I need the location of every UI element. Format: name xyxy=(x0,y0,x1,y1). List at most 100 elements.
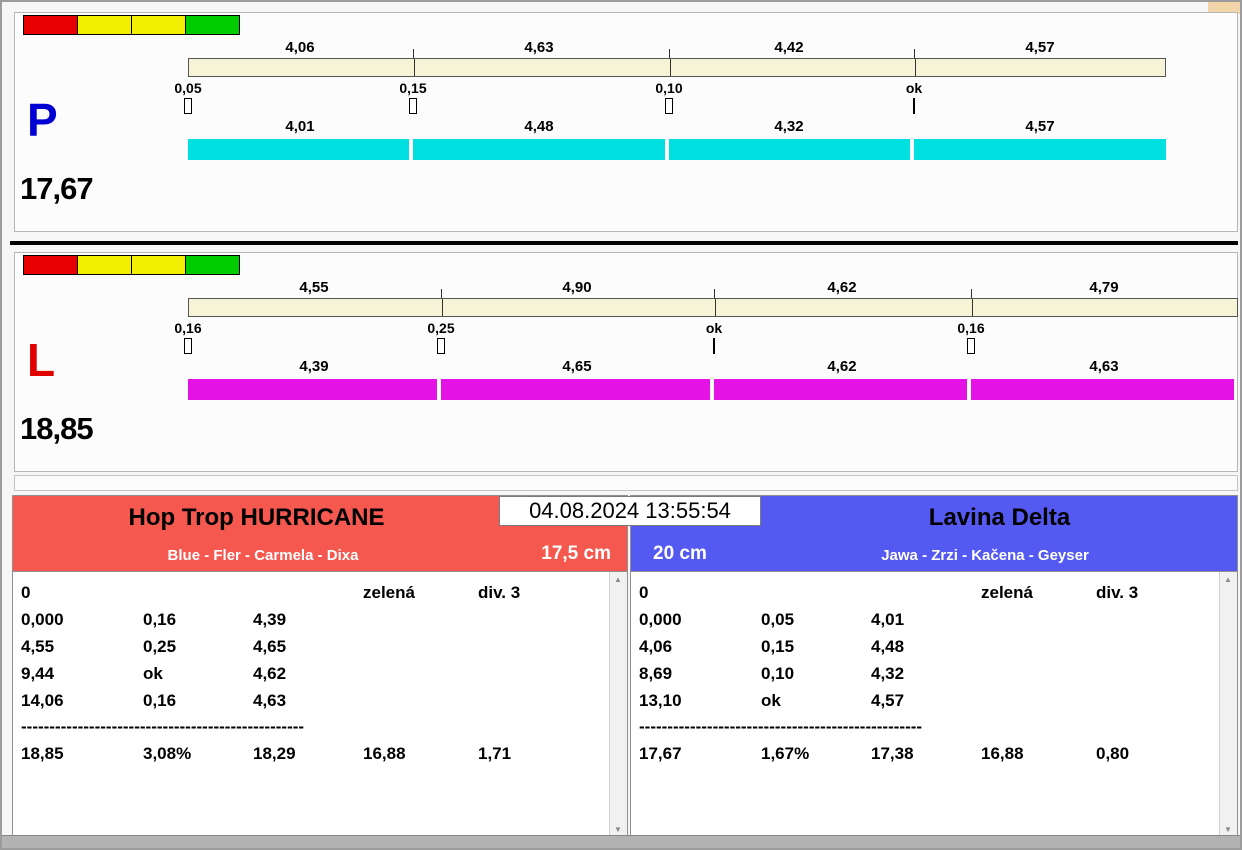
total-cell: 18,29 xyxy=(253,744,296,763)
lane-letter-l: L xyxy=(27,334,56,386)
start-lights-l xyxy=(23,255,240,275)
changeover-marker xyxy=(409,98,417,114)
cell: 0,000 xyxy=(639,610,682,629)
light-red xyxy=(24,16,78,34)
dashed-divider: ----------------------------------------… xyxy=(639,717,923,736)
split-row: 14,06 0,16 4,63 xyxy=(13,688,610,714)
bar-divider xyxy=(670,59,671,76)
totals-row: 18,85 3,08% 18,29 16,88 1,71 xyxy=(13,741,610,767)
lane-panel-l: 4,55 4,90 4,62 4,79 0,16 0,25 ok 0,16 4,… xyxy=(14,252,1238,472)
bar-divider xyxy=(442,299,443,316)
crossing-split-label: 4,57 xyxy=(1025,39,1055,56)
changeover-marker-ok xyxy=(913,98,915,114)
team-subheader: Blue - Fler - Carmela - Dixa 17,5 cm xyxy=(13,540,627,571)
total-cell: 16,88 xyxy=(981,744,1024,763)
crossing-split-label: 4,79 xyxy=(1089,279,1119,296)
dog-split-bar xyxy=(188,139,409,160)
status-flag: 0 xyxy=(21,583,31,602)
bar-divider xyxy=(414,59,415,76)
changeover-label: 0,15 xyxy=(399,80,427,96)
split-row: 4,06 0,15 4,48 xyxy=(631,634,1220,660)
changeover-label: ok xyxy=(905,80,923,96)
total-percent: 1,67% xyxy=(761,744,810,763)
cell: 0,15 xyxy=(761,637,795,656)
cell: 4,01 xyxy=(871,610,905,629)
status-color: zelená xyxy=(363,583,415,602)
dog-names: Blue - Fler - Carmela - Dixa xyxy=(167,547,359,564)
dog-split-bar xyxy=(971,379,1234,400)
changeover-marker xyxy=(967,338,975,354)
segment-tick xyxy=(971,289,972,298)
crossing-split-label: 4,90 xyxy=(562,279,592,296)
dog-split-bar xyxy=(914,139,1166,160)
result-list-left: 0 zelená div. 3 0,000 0,16 4,39 4,55 0,2… xyxy=(13,571,627,838)
cell: 4,39 xyxy=(253,610,287,629)
cell: ok xyxy=(143,664,163,683)
team-subheader: 20 cm Jawa - Zrzi - Kačena - Geyser xyxy=(631,540,1237,571)
dog-split-label: 4,62 xyxy=(827,358,857,375)
cell: 0,000 xyxy=(21,610,64,629)
cell: 4,55 xyxy=(21,637,55,656)
dog-split-bar xyxy=(669,139,910,160)
dog-split-bar xyxy=(413,139,665,160)
lane-letter-p: P xyxy=(27,94,58,146)
light-yellow-1 xyxy=(78,16,132,34)
total-time: 17,67 xyxy=(639,744,682,763)
changeover-label: 0,10 xyxy=(655,80,683,96)
total-time: 18,85 xyxy=(21,744,64,763)
cell: 0,16 xyxy=(143,610,177,629)
status-color: zelená xyxy=(981,583,1033,602)
total-cell: 17,38 xyxy=(871,744,914,763)
total-cell: 1,71 xyxy=(478,744,512,763)
scrollbar-right[interactable]: ▲ ▼ xyxy=(1219,572,1237,838)
split-row: 0,000 0,16 4,39 xyxy=(13,607,610,633)
cell: ok xyxy=(761,691,781,710)
changeover-marker xyxy=(665,98,673,114)
crossing-split-label: 4,42 xyxy=(774,39,804,56)
dog-split-bar xyxy=(714,379,967,400)
division-label: div. 3 xyxy=(478,583,521,602)
team-panel-right: Lavina Delta 20 cm Jawa - Zrzi - Kačena … xyxy=(630,495,1238,839)
scroll-up-icon[interactable]: ▲ xyxy=(610,572,626,588)
divider-row: ----------------------------------------… xyxy=(631,714,1220,740)
spacer-strip xyxy=(14,475,1238,491)
segment-tick xyxy=(441,289,442,298)
result-list-right: 0 zelená div. 3 0,000 0,05 4,01 4,06 0,1… xyxy=(631,571,1237,838)
cell: 4,63 xyxy=(253,691,287,710)
jump-height: 20 cm xyxy=(653,543,707,564)
light-yellow-2 xyxy=(132,16,186,34)
light-red xyxy=(24,256,78,274)
dog-split-bar xyxy=(188,379,437,400)
total-cell: 16,88 xyxy=(363,744,406,763)
dog-names: Jawa - Zrzi - Kačena - Geyser xyxy=(881,547,1089,564)
light-yellow-1 xyxy=(78,256,132,274)
crossing-time-bar xyxy=(188,298,1238,317)
crossing-time-bar xyxy=(188,58,1166,77)
lane-panel-p: 4,06 4,63 4,42 4,57 0,05 0,15 0,10 ok 4,… xyxy=(14,12,1238,232)
scroll-up-icon[interactable]: ▲ xyxy=(1220,572,1236,588)
lane-total-time-l: 18,85 xyxy=(20,411,94,446)
cell: 0,10 xyxy=(761,664,795,683)
team-name: Hop Trop HURRICANE xyxy=(128,504,385,531)
status-row: 0 zelená div. 3 xyxy=(631,580,1220,606)
crossing-split-label: 4,55 xyxy=(299,279,329,296)
status-flag: 0 xyxy=(639,583,649,602)
status-row: 0 zelená div. 3 xyxy=(13,580,610,606)
changeover-marker xyxy=(184,338,192,354)
cell: 4,48 xyxy=(871,637,905,656)
changeover-label: ok xyxy=(705,320,723,336)
team-panel-left: Hop Trop HURRICANE Blue - Fler - Carmela… xyxy=(12,495,628,839)
total-cell: 0,80 xyxy=(1096,744,1130,763)
scrollbar-left[interactable]: ▲ ▼ xyxy=(609,572,627,838)
bottom-bar xyxy=(2,835,1240,848)
dog-split-bars xyxy=(188,379,1238,400)
split-row: 13,10 ok 4,57 xyxy=(631,688,1220,714)
split-row: 9,44 ok 4,62 xyxy=(13,661,610,687)
bar-divider xyxy=(715,299,716,316)
crossing-split-label: 4,63 xyxy=(524,39,554,56)
lane-separator xyxy=(10,241,1238,245)
total-percent: 3,08% xyxy=(143,744,192,763)
dog-split-label: 4,65 xyxy=(562,358,592,375)
dog-split-bars xyxy=(188,139,1166,160)
changeover-label: 0,16 xyxy=(957,320,985,336)
